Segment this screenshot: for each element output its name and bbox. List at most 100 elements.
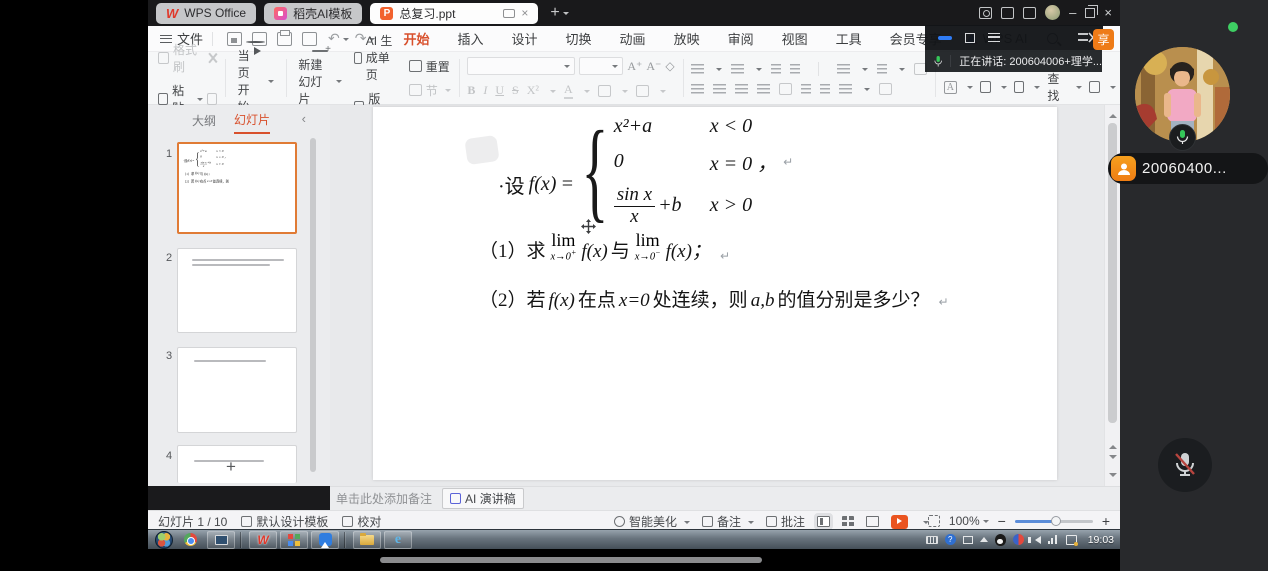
tab-docer-templates[interactable]: 稻壳AI模板 — [264, 3, 362, 24]
zoom-in-button[interactable]: + — [1102, 513, 1110, 529]
replace-icon[interactable] — [1089, 81, 1100, 93]
keyboard-tray-icon[interactable] — [926, 536, 938, 544]
comments-button[interactable]: 批注 — [766, 513, 805, 530]
slide-thumbnail-3[interactable] — [177, 347, 297, 433]
minimize-button[interactable]: – — [1069, 6, 1076, 19]
tab-close-icon[interactable]: × — [521, 6, 528, 20]
new-slide-button[interactable]: 新建幻灯片 — [290, 52, 349, 104]
find-button[interactable]: 查找 — [1047, 70, 1066, 104]
prev-slide-icon[interactable] — [1109, 441, 1117, 449]
popup-tray-icon[interactable] — [963, 536, 973, 544]
taskbar-colored-app[interactable] — [280, 531, 308, 549]
scissors-icon — [206, 52, 217, 64]
taskbar-wps[interactable]: W — [249, 531, 277, 549]
grow-font-icon[interactable]: A⁺ — [627, 59, 642, 74]
qq-tray-icon[interactable] — [995, 534, 1006, 546]
restore-button[interactable] — [1085, 8, 1095, 18]
ai-speech-button[interactable]: AI 演讲稿 — [442, 488, 524, 509]
underline-icon: U — [495, 83, 504, 98]
slide-thumbnail-4[interactable] — [177, 445, 297, 483]
account-avatar[interactable] — [1045, 5, 1060, 20]
toolbar-menu-icon[interactable] — [988, 33, 1000, 42]
signal-bars-icon[interactable] — [1048, 535, 1059, 544]
tab-wps-home[interactable]: W WPS Office — [156, 3, 256, 24]
menu-tab-view[interactable]: 视图 — [780, 25, 810, 52]
next-slide-icon[interactable] — [1109, 455, 1117, 463]
menu-tab-tools[interactable]: 工具 — [834, 25, 864, 52]
scroll-down-icon[interactable] — [1109, 473, 1117, 481]
zoom-out-button[interactable]: − — [998, 513, 1006, 529]
scroll-up-icon[interactable] — [1109, 110, 1117, 118]
taskbar-ie[interactable]: e — [384, 531, 412, 549]
output-icon[interactable] — [252, 32, 267, 46]
tab-document[interactable]: P 总复习.ppt × — [370, 3, 538, 24]
design-template-button[interactable]: 默认设计模板 — [241, 513, 328, 530]
menu-tab-transition[interactable]: 切换 — [564, 25, 594, 52]
shrink-font-icon[interactable]: A⁻ — [646, 59, 661, 74]
slide-sorter-view-button[interactable] — [842, 516, 854, 527]
taskbar-chrome[interactable] — [176, 531, 204, 549]
mute-toggle-button[interactable] — [1158, 438, 1212, 492]
menu-tab-slideshow[interactable]: 放映 — [672, 25, 702, 52]
menu-tab-animation[interactable]: 动画 — [618, 25, 648, 52]
print-preview-icon[interactable] — [302, 32, 317, 46]
menu-tab-design[interactable]: 设计 — [510, 25, 540, 52]
network-icon[interactable] — [1066, 535, 1077, 545]
fit-to-window-icon[interactable] — [928, 515, 940, 527]
print-icon[interactable] — [277, 32, 292, 46]
taskbar-explorer[interactable] — [353, 531, 381, 549]
reset-button[interactable]: 重置 — [409, 58, 451, 75]
tab-slides[interactable]: 幻灯片 — [234, 111, 270, 134]
screenshot-icon[interactable] — [979, 7, 992, 19]
help-tray-icon[interactable]: ? — [945, 534, 956, 545]
slide-thumbnail-1[interactable]: ·设 f(x) = { x²+ax < 0 0x = 0 ， sin xx+b — [177, 142, 297, 234]
add-slide-button[interactable]: + — [226, 457, 236, 477]
reading-view-button[interactable] — [866, 516, 879, 527]
sidebar-scrollbar[interactable] — [310, 138, 316, 472]
clear-format-icon[interactable]: ◇ — [665, 59, 674, 74]
save-icon[interactable] — [227, 32, 242, 46]
video-tray-icon[interactable] — [1013, 534, 1024, 545]
play-from-current-button[interactable]: 当页开始 — [230, 52, 282, 104]
slide-canvas[interactable]: ·设 f(x) = { x²+a x < 0 0 — [373, 107, 1057, 480]
present-mode-icon[interactable] — [503, 9, 515, 18]
toolbar-maximize-icon[interactable] — [965, 33, 975, 43]
normal-view-button[interactable] — [817, 516, 830, 527]
show-hidden-icons[interactable] — [980, 533, 988, 542]
zoom-slider-thumb[interactable] — [1051, 516, 1061, 526]
participant-id-pill[interactable]: 20060400... — [1108, 153, 1268, 184]
font-size-select[interactable] — [579, 57, 623, 75]
workspace-icon[interactable] — [1023, 7, 1036, 19]
question-2: （2）若 f(x) 在点 x=0 处连续，则 a,b 的值分别是多少？ ↵ — [479, 285, 949, 312]
placeholder-icon[interactable] — [1014, 81, 1025, 93]
start-button[interactable] — [155, 531, 173, 549]
close-button[interactable]: × — [1104, 6, 1112, 19]
zoom-slider[interactable] — [1015, 520, 1093, 523]
menu-tab-review[interactable]: 审阅 — [726, 25, 756, 52]
toolbar-expand-icon[interactable] — [1078, 32, 1093, 43]
tab-outline[interactable]: 大纲 — [192, 112, 216, 133]
notes-placeholder[interactable]: 单击此处添加备注 — [336, 490, 432, 507]
smart-beautify-button[interactable]: 智能美化 — [614, 513, 690, 530]
shapes-icon[interactable] — [980, 81, 991, 93]
taskbar-display-app[interactable] — [207, 531, 235, 549]
menu-tab-insert[interactable]: 插入 — [456, 25, 486, 52]
speaker-icon[interactable] — [1031, 536, 1041, 544]
proofing-button[interactable]: 校对 — [342, 513, 381, 530]
tab-list-chevron-icon[interactable] — [563, 12, 569, 18]
toolbar-minimize-icon[interactable] — [938, 36, 952, 40]
menu-tab-home[interactable]: 开始 — [401, 25, 431, 52]
slideshow-play-button[interactable] — [891, 515, 908, 529]
ai-generate-page-button[interactable]: AI 生成单页 — [354, 32, 401, 83]
text-tool-icon[interactable]: A — [944, 81, 957, 94]
notes-button[interactable]: 备注 — [702, 513, 754, 530]
layout-mode-icon[interactable] — [1001, 7, 1014, 19]
zoom-level-button[interactable]: 100% — [949, 514, 989, 528]
share-button[interactable]: 享 — [1093, 29, 1114, 50]
font-family-select[interactable] — [467, 57, 575, 75]
taskbar-clock[interactable]: 19:03 — [1088, 534, 1114, 546]
collapse-panel-icon[interactable]: ‹ — [302, 111, 306, 126]
slide-thumbnail-2[interactable] — [177, 248, 297, 333]
new-tab-button[interactable]: + — [550, 4, 559, 22]
taskbar-meeting-app[interactable] — [311, 531, 339, 549]
